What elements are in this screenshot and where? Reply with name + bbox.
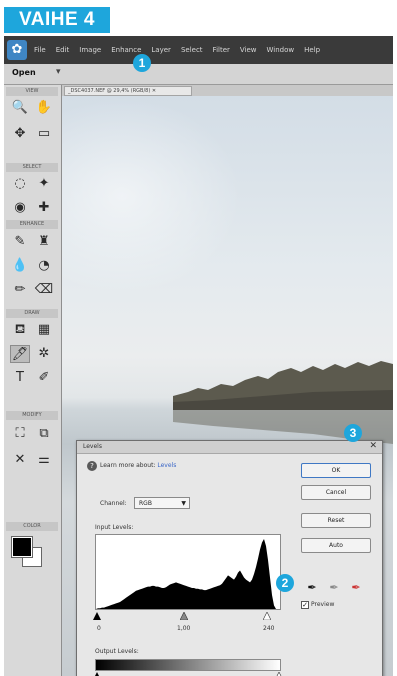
output-gradient [95,659,281,671]
spot-healing-icon[interactable]: ✚ [34,199,54,217]
midtone-slider[interactable] [180,612,188,620]
menu-filter[interactable]: Filter [213,46,230,54]
step-tag: VAIHE 4 [4,7,110,33]
output-levels-label: Output Levels: [95,648,139,655]
menu-enhance[interactable]: Enhance [111,46,141,54]
gray-eyedropper-icon[interactable]: ✒ [327,581,341,595]
app-logo-icon: ✿ [7,40,27,60]
menu-view[interactable]: View [240,46,257,54]
menu-select[interactable]: Select [181,46,203,54]
recompose-tool-icon[interactable]: ⧉ [34,425,54,443]
hand-tool-icon[interactable]: ✋ [34,99,54,117]
section-view: VIEW [6,87,58,96]
input-white-value[interactable]: 240 [263,625,274,632]
section-draw: DRAW [6,309,58,318]
learn-more-link[interactable]: Levels [157,462,176,469]
input-levels-label: Input Levels: [95,524,134,531]
section-select: SELECT [6,163,58,172]
clone-stamp-icon[interactable]: ♜ [34,233,54,251]
auto-button[interactable]: Auto [301,538,371,553]
input-gamma-value[interactable]: 1,00 [177,625,190,632]
input-slider-track [95,612,281,620]
menu-window[interactable]: Window [267,46,295,54]
input-black-value[interactable]: 0 [97,625,101,632]
black-point-slider[interactable] [93,612,101,620]
foreground-color-swatch[interactable] [11,536,33,558]
blur-tool-icon[interactable]: 💧 [10,257,30,275]
white-eyedropper-icon[interactable]: ✒ [349,581,363,595]
channel-label: Channel: [100,500,127,507]
crop-tool-icon[interactable]: ⛶ [10,425,30,443]
close-icon[interactable]: ✕ [369,441,377,451]
callout-1: 1 [133,54,151,72]
histogram-chart [96,539,276,609]
reset-button[interactable]: Reset [301,513,371,528]
learn-more: Learn more about: Levels [100,462,176,469]
straighten-tool-icon[interactable]: ⚌ [34,451,54,469]
menu-file[interactable]: File [34,46,46,54]
menu-edit[interactable]: Edit [56,46,70,54]
red-eye-tool-icon[interactable]: ◉ [10,199,30,217]
sky-glow [62,96,242,296]
preview-checkbox[interactable]: ✓ [301,601,309,609]
move-tool-icon[interactable]: ✥ [10,125,30,143]
help-icon: ? [87,461,97,471]
channel-select[interactable]: RGB ▼ [134,497,190,509]
gradient-tool-icon[interactable]: ▦ [34,321,54,339]
toolbox: VIEW SELECT ENHANCE DRAW MODIFY COLOR 🔍 ✋ ✥ ▭ ◌ ✦ ◉ ✚… [4,85,62,676]
color-picker-icon[interactable]: 🖊 [10,345,30,363]
white-point-slider[interactable] [263,612,271,620]
open-chevron-icon[interactable]: ▾ [56,67,61,77]
document-tab[interactable]: _DSC4037.NEF @ 29,4% (RGB/8) ✕ [64,86,192,96]
document-tab-strip: _DSC4037.NEF @ 29,4% (RGB/8) ✕ [62,85,393,96]
levels-dialog: Levels ✕ ? Learn more about: Levels Chan… [76,440,383,676]
marquee-tool-icon[interactable]: ▭ [34,125,54,143]
menu-layer[interactable]: Layer [151,46,171,54]
ok-button[interactable]: OK [301,463,371,478]
levels-title-bar: Levels ✕ [77,441,382,454]
section-color: COLOR [6,522,58,531]
custom-shape-icon[interactable]: ✲ [34,345,54,363]
cancel-button[interactable]: Cancel [301,485,371,500]
content-aware-move-icon[interactable]: ✕ [10,451,30,469]
sponge-tool-icon[interactable]: ◔ [34,257,54,275]
chevron-down-icon: ▼ [181,500,186,507]
quick-selection-icon[interactable]: ✦ [34,175,54,193]
brush-tool-icon[interactable]: ✏ [10,281,30,299]
histogram [95,534,281,610]
histogram-shape [96,539,276,609]
callout-2: 2 [276,574,294,592]
photoshop-elements-window: ✿ File Edit Image Enhance Layer Select Filter V… [4,36,393,676]
menu-help[interactable]: Help [304,46,320,54]
eraser-tool-icon[interactable]: ⌫ [34,281,54,299]
menu-bar: ✿ File Edit Image Enhance Layer Select Filter V… [4,36,393,64]
smart-brush-icon[interactable]: ✎ [10,233,30,251]
section-modify: MODIFY [6,411,58,420]
menu-image[interactable]: Image [79,46,101,54]
lasso-tool-icon[interactable]: ◌ [10,175,30,193]
levels-title: Levels [83,443,102,450]
menu-items: File Edit Image Enhance Layer Select Filter Vie… [34,36,330,64]
callout-3: 3 [344,424,362,442]
section-enhance: ENHANCE [6,220,58,229]
type-tool-icon[interactable]: T [10,369,30,387]
pencil-tool-icon[interactable]: ✐ [34,369,54,387]
black-eyedropper-icon[interactable]: ✒ [305,581,319,595]
output-white-slider[interactable] [275,672,283,676]
learn-more-prefix: Learn more about: [100,462,158,469]
preview-label: Preview [311,601,335,608]
open-button[interactable]: Open [12,68,36,77]
output-black-slider[interactable] [93,672,101,676]
options-bar: Open ▾ [4,64,393,85]
channel-value: RGB [139,500,152,507]
paint-bucket-icon[interactable]: ⛾ [10,321,30,339]
zoom-tool-icon[interactable]: 🔍 [10,99,30,117]
tree-line [173,361,393,410]
